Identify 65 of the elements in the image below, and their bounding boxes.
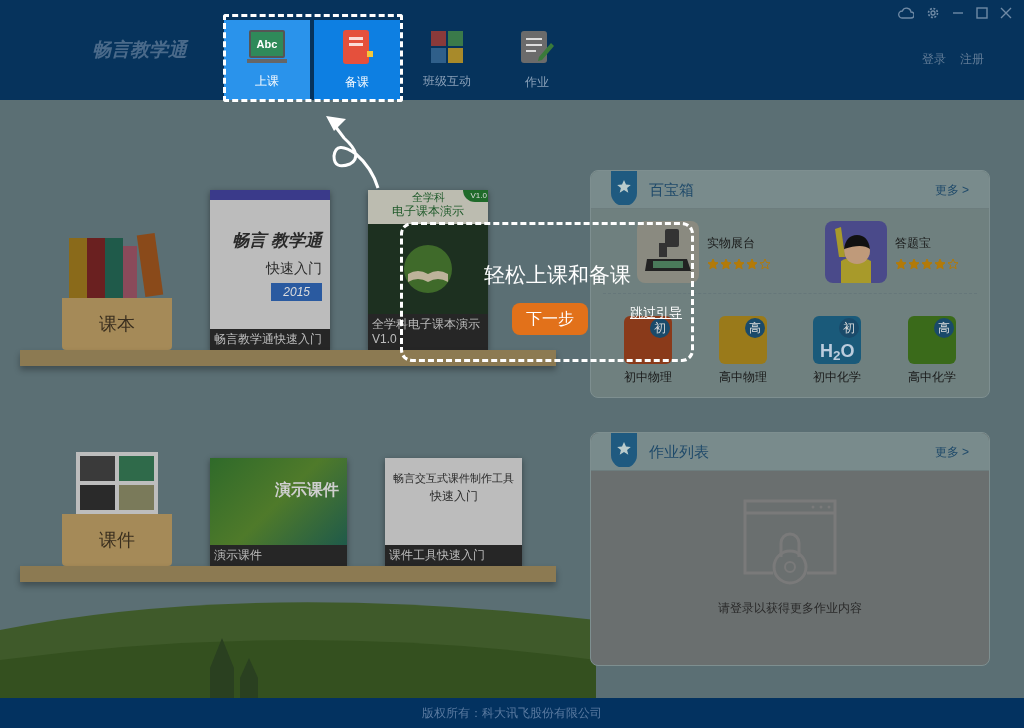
raised-hand-child-icon [825,221,887,283]
box-label: 课本 [99,312,135,336]
star-ribbon-icon [611,171,637,205]
panel-title: 作业列表 [649,442,710,462]
cover-subtitle: 电子课本演示 [392,204,464,218]
app-name[interactable]: 高中化学 [907,368,956,386]
star-icon [908,258,920,270]
card-caption: 课件工具快速入门 [385,545,522,566]
app-name[interactable]: 实物展台 [707,234,771,252]
maximize-icon[interactable] [976,7,988,19]
star-icon [947,258,959,270]
course-card[interactable]: 畅言交互式课件制作工具 快速入门 课件工具快速入门 [385,458,522,566]
star-icon [733,258,745,270]
nav-tab[interactable]: 作业 [494,20,580,100]
more-link[interactable]: 更多 > [934,181,969,199]
panel-title: 百宝箱 [649,180,695,200]
empty-message: 请登录以获得更多作业内容 [718,600,862,617]
star-icon [759,258,771,270]
app-name[interactable]: 答题宝 [895,234,959,252]
cover-title: 演示课件 [275,479,339,500]
card-caption: 演示课件 [210,545,347,566]
star-icon [720,258,732,270]
cover-title: 全学科 [411,191,445,204]
card-caption: 畅言教学通快速入门 [210,329,330,350]
star-icon [707,258,719,270]
copyright-text: 版权所有：科大讯飞股份有限公司 [422,705,602,722]
nav-tab[interactable]: 班级互动 [404,20,490,100]
star-icon [746,258,758,270]
document-camera-icon [637,221,699,283]
star-ribbon-icon [611,433,637,467]
account-link[interactable]: 登录 [922,50,946,68]
level-badge: 初 [650,318,671,338]
book-icon [340,29,374,65]
account-link[interactable]: 注册 [960,50,984,68]
app-name[interactable]: 高中物理 [718,368,767,386]
course-card[interactable]: 畅言 教学通 快速入门 2015 畅言教学通快速入门 [210,190,330,350]
app-name[interactable]: 初中化学 [813,368,862,386]
notepad-pencil-icon [519,29,555,65]
box-label: 课件 [99,528,135,552]
cover-subtitle: 快速入门 [266,258,322,278]
year-tag: 2015 [271,282,322,301]
more-link[interactable]: 更多 > [934,443,969,461]
blocks-icon [430,30,464,64]
nav-tab[interactable]: Abc 上课 [224,20,310,100]
nav-tab[interactable]: 备课 [314,20,400,100]
cover-title: 畅言 教学通 [232,230,322,252]
board-text: Abc [256,38,278,50]
star-icon [895,258,907,270]
app-logo-text: 畅言教学通 [92,37,187,62]
app-name[interactable]: 初中物理 [624,368,673,386]
star-icon [921,258,933,270]
level-badge: 高 [744,318,765,338]
formula-text: H$_{2}$O [820,342,855,360]
cover-title: 畅言交互式课件制作工具 [393,471,514,486]
settings-icon[interactable] [926,6,940,20]
cover-subtitle: 快速入门 [429,487,478,505]
level-badge: 初 [839,318,860,338]
star-icon [934,258,946,270]
level-badge: 高 [933,318,954,338]
close-icon[interactable] [1000,7,1012,19]
cloud-icon[interactable] [898,7,914,19]
next-step-button[interactable]: 下一步 [512,302,588,335]
course-card[interactable]: 演示课件 演示课件 [210,458,347,566]
storage-box[interactable]: 课本 [62,298,172,350]
storage-box[interactable]: 课件 [62,514,172,566]
